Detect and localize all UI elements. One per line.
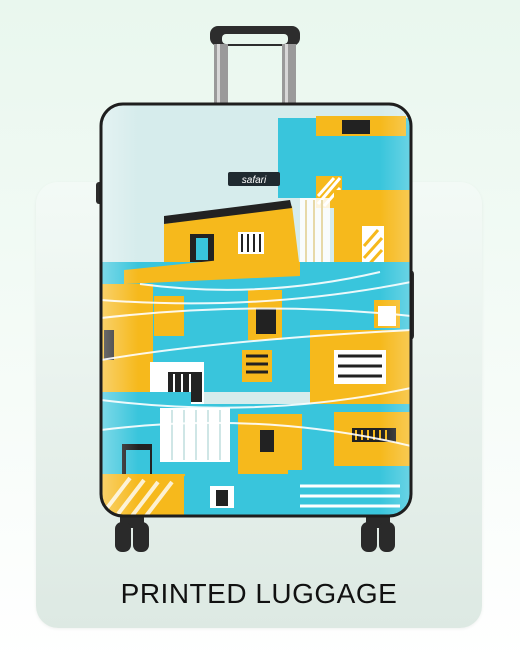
brand-badge: safari	[228, 172, 280, 186]
category-caption[interactable]: PRINTED LUGGAGE	[36, 576, 482, 612]
trolley-handle	[210, 26, 300, 108]
printed-luggage-image[interactable]: safari	[0, 0, 520, 661]
luggage-shell	[101, 104, 411, 516]
brand-logo-text: safari	[242, 175, 267, 186]
